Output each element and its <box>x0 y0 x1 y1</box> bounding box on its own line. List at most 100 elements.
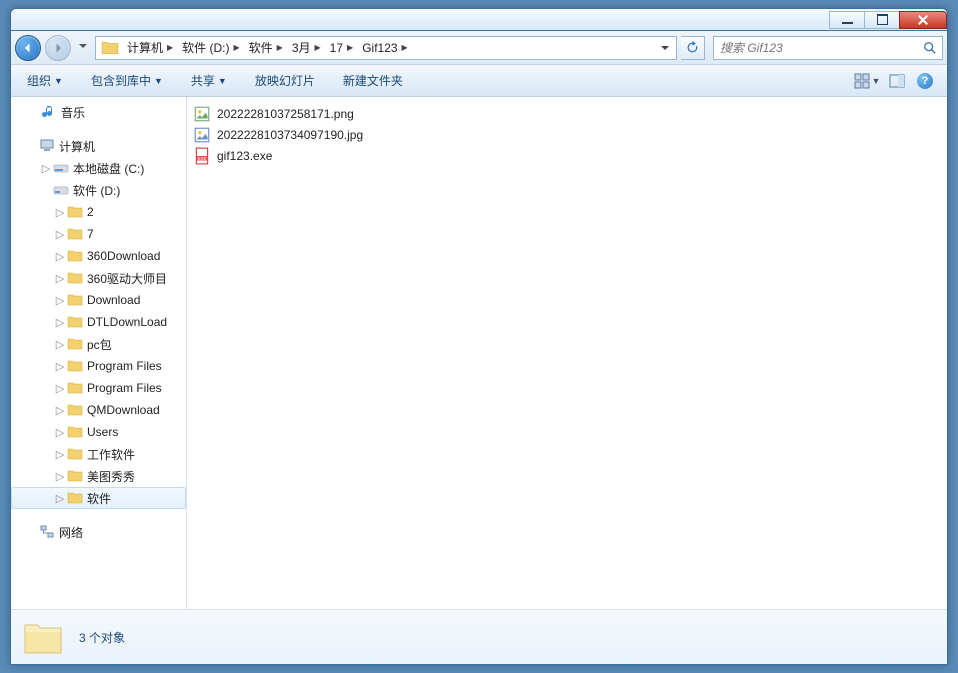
file-item[interactable]: 20222281037258171.png <box>189 103 945 124</box>
collapse-icon[interactable]: ▷ <box>55 317 65 327</box>
collapse-icon[interactable]: ▷ <box>55 251 65 261</box>
back-button[interactable] <box>15 35 41 61</box>
chevron-right-icon: ▶ <box>347 43 353 52</box>
sidebar-item-software-d[interactable]: 软件 (D:) <box>11 179 186 201</box>
sidebar-item-network[interactable]: 网络 <box>11 521 186 543</box>
close-button[interactable] <box>899 11 947 29</box>
folder-label: Program Files <box>87 359 162 373</box>
file-name: gif123.exe <box>217 149 272 163</box>
sidebar-item-folder[interactable]: ▷ QMDownload <box>11 399 186 421</box>
svg-text:EXE: EXE <box>197 155 206 160</box>
sidebar-item-folder[interactable]: ▷7 <box>11 223 186 245</box>
sidebar-item-folder[interactable]: ▷360Download <box>11 245 186 267</box>
computer-label: 计算机 <box>59 138 95 155</box>
folder-icon <box>67 424 83 440</box>
view-mode-button[interactable]: ▼ <box>851 69 883 93</box>
chevron-right-icon: ▶ <box>402 43 408 52</box>
organize-button[interactable]: 组织▼ <box>19 68 71 93</box>
folder-label: DTLDownLoad <box>87 315 167 329</box>
folder-label: Program Files <box>87 381 162 395</box>
sidebar-item-folder[interactable]: ▷ 美图秀秀 <box>11 465 186 487</box>
folder-icon <box>67 446 83 462</box>
folder-label: QMDownload <box>87 403 160 417</box>
maximize-button[interactable] <box>864 11 900 29</box>
collapse-icon[interactable]: ▷ <box>55 273 65 283</box>
sidebar-item-folder[interactable]: ▷工作软件 <box>11 443 186 465</box>
collapse-icon[interactable]: ▷ <box>55 383 65 393</box>
nav-history-dropdown[interactable] <box>75 36 91 60</box>
folder-icon <box>67 468 83 484</box>
collapse-icon[interactable]: ▷ <box>55 339 65 349</box>
breadcrumb-item[interactable]: Gif123 ▶ <box>357 37 412 59</box>
collapse-icon[interactable]: ▷ <box>41 163 51 173</box>
share-button[interactable]: 共享▼ <box>183 68 235 93</box>
file-type-icon <box>193 126 211 144</box>
sidebar-item-folder[interactable]: ▷ DTLDownLoad <box>11 311 186 333</box>
collapse-icon[interactable]: ▷ <box>55 361 65 371</box>
search-icon[interactable] <box>920 38 940 58</box>
collapse-icon[interactable]: ▷ <box>55 493 65 503</box>
help-icon: ? <box>917 73 933 89</box>
address-bar[interactable]: 计算机▶软件 (D:)▶软件▶3月▶17▶Gif123▶ <box>95 36 677 60</box>
collapse-icon[interactable]: ▷ <box>55 405 65 415</box>
file-item[interactable]: 2022228103734097190.jpg <box>189 124 945 145</box>
collapse-icon[interactable]: ▷ <box>55 427 65 437</box>
file-item[interactable]: EXE gif123.exe <box>189 145 945 166</box>
slideshow-button[interactable]: 放映幻灯片 <box>247 68 323 93</box>
folder-icon <box>67 380 83 396</box>
sidebar-item-localdisk-c[interactable]: ▷ 本地磁盘 (C:) <box>11 157 186 179</box>
navigation-pane[interactable]: 音乐 计算机 ▷ 本地磁盘 (C:) 软件 (D:) <box>11 97 187 609</box>
sidebar-item-folder[interactable]: ▷ Program Files <box>11 355 186 377</box>
expand-icon[interactable] <box>41 185 51 195</box>
breadcrumb-label: Gif123 <box>362 41 397 55</box>
address-dropdown[interactable] <box>656 37 674 59</box>
new-folder-button[interactable]: 新建文件夹 <box>335 68 411 93</box>
file-type-icon <box>193 105 211 123</box>
collapse-icon[interactable]: ▷ <box>55 207 65 217</box>
refresh-button[interactable] <box>681 36 705 60</box>
include-library-button[interactable]: 包含到库中▼ <box>83 68 171 93</box>
folder-icon <box>67 402 83 418</box>
titlebar <box>11 9 947 31</box>
sidebar-item-folder[interactable]: ▷2 <box>11 201 186 223</box>
help-button[interactable]: ? <box>911 69 939 93</box>
folder-icon <box>101 39 119 57</box>
folder-icon <box>67 270 83 286</box>
sidebar-item-music[interactable]: 音乐 <box>11 101 186 123</box>
sidebar-item-folder[interactable]: ▷ Program Files <box>11 377 186 399</box>
collapse-icon[interactable]: ▷ <box>55 295 65 305</box>
sidebar-item-folder[interactable]: ▷软件 <box>11 487 186 509</box>
file-list[interactable]: 20222281037258171.png2022228103734097190… <box>187 97 947 609</box>
breadcrumb-item[interactable]: 软件 (D:)▶ <box>177 37 243 59</box>
search-input[interactable] <box>716 41 920 55</box>
network-label: 网络 <box>59 524 83 541</box>
slideshow-label: 放映幻灯片 <box>255 72 315 89</box>
search-box[interactable] <box>713 36 943 60</box>
collapse-icon[interactable]: ▷ <box>55 449 65 459</box>
breadcrumb-item[interactable]: 17▶ <box>325 37 358 59</box>
folder-label: 美图秀秀 <box>87 468 135 485</box>
sidebar-item-computer[interactable]: 计算机 <box>11 135 186 157</box>
navigation-bar: 计算机▶软件 (D:)▶软件▶3月▶17▶Gif123▶ <box>11 31 947 65</box>
folder-icon <box>67 292 83 308</box>
breadcrumb-label: 3月 <box>292 39 311 56</box>
sidebar-item-folder[interactable]: ▷pc包 <box>11 333 186 355</box>
preview-pane-button[interactable] <box>883 69 911 93</box>
folder-icon <box>67 358 83 374</box>
folder-icon <box>67 314 83 330</box>
details-pane: 3 个对象 <box>11 609 947 664</box>
collapse-icon[interactable]: ▷ <box>55 471 65 481</box>
sidebar-item-folder[interactable]: ▷Users <box>11 421 186 443</box>
organize-label: 组织 <box>27 72 51 89</box>
collapse-icon[interactable]: ▷ <box>55 229 65 239</box>
chevron-right-icon: ▶ <box>167 43 173 52</box>
breadcrumb-item[interactable]: 计算机▶ <box>122 37 177 59</box>
breadcrumb-item[interactable]: 软件▶ <box>244 37 287 59</box>
sidebar-item-folder[interactable]: ▷360驱动大师目 <box>11 267 186 289</box>
expand-icon[interactable] <box>27 141 37 151</box>
sidebar-item-folder[interactable]: ▷Download <box>11 289 186 311</box>
minimize-button[interactable] <box>829 11 865 29</box>
forward-button[interactable] <box>45 35 71 61</box>
breadcrumb-item[interactable]: 3月▶ <box>287 37 325 59</box>
folder-big-icon <box>21 615 65 659</box>
